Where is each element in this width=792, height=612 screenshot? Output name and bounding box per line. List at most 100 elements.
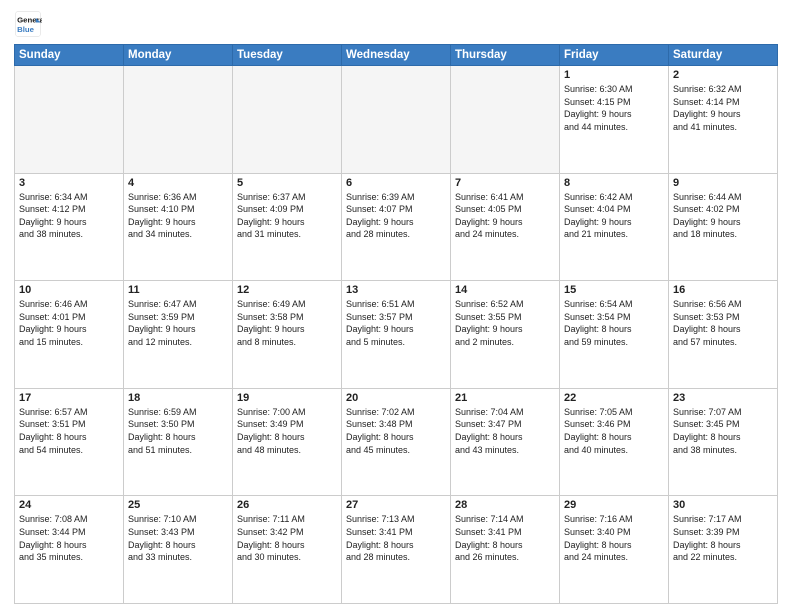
day-info: Sunrise: 7:14 AM Sunset: 3:41 PM Dayligh… [455,513,555,563]
calendar-week-row: 1 Sunrise: 6:30 AM Sunset: 4:15 PM Daylig… [15,66,778,174]
day-info: Sunrise: 6:52 AM Sunset: 3:55 PM Dayligh… [455,298,555,348]
day-info: Sunrise: 7:04 AM Sunset: 3:47 PM Dayligh… [455,406,555,456]
day-info: Sunrise: 6:30 AM Sunset: 4:15 PM Dayligh… [564,83,664,133]
calendar-body: 1 Sunrise: 6:30 AM Sunset: 4:15 PM Daylig… [15,66,778,604]
day-number: 23 [673,392,773,404]
day-info: Sunrise: 6:59 AM Sunset: 3:50 PM Dayligh… [128,406,228,456]
day-number: 21 [455,392,555,404]
day-number: 14 [455,284,555,296]
day-info: Sunrise: 7:13 AM Sunset: 3:41 PM Dayligh… [346,513,446,563]
day-info: Sunrise: 6:56 AM Sunset: 3:53 PM Dayligh… [673,298,773,348]
table-row: 28Sunrise: 7:14 AM Sunset: 3:41 PM Dayli… [451,496,560,604]
day-number: 13 [346,284,446,296]
day-number: 19 [237,392,337,404]
table-row [15,66,124,174]
day-info: Sunrise: 6:54 AM Sunset: 3:54 PM Dayligh… [564,298,664,348]
day-number: 17 [19,392,119,404]
day-info: Sunrise: 7:00 AM Sunset: 3:49 PM Dayligh… [237,406,337,456]
calendar-week-row: 3 Sunrise: 6:34 AM Sunset: 4:12 PM Daylig… [15,173,778,281]
table-row: 27 Sunrise: 7:13 AM Sunset: 3:41 PM Dayli… [342,496,451,604]
table-row: 30Sunrise: 7:17 AM Sunset: 3:39 PM Dayli… [669,496,778,604]
day-info: Sunrise: 7:05 AM Sunset: 3:46 PM Dayligh… [564,406,664,456]
table-row: 29 Sunrise: 7:16 AM Sunset: 3:40 PM Dayli… [560,496,669,604]
calendar-header: Sunday Monday Tuesday Wednesday Thursday… [15,45,778,66]
day-info: Sunrise: 6:57 AM Sunset: 3:51 PM Dayligh… [19,406,119,456]
day-number: 29 [564,499,664,511]
table-row: 1 Sunrise: 6:30 AM Sunset: 4:15 PM Daylig… [560,66,669,174]
table-row: 15Sunrise: 6:54 AM Sunset: 3:54 PM Dayli… [560,281,669,389]
calendar-table: Sunday Monday Tuesday Wednesday Thursday… [14,44,778,604]
day-number: 26 [237,499,337,511]
day-info: Sunrise: 6:44 AM Sunset: 4:02 PM Dayligh… [673,191,773,241]
table-row [451,66,560,174]
table-row: 11 Sunrise: 6:47 AM Sunset: 3:59 PM Dayli… [124,281,233,389]
day-number: 22 [564,392,664,404]
day-info: Sunrise: 6:47 AM Sunset: 3:59 PM Dayligh… [128,298,228,348]
day-info: Sunrise: 6:46 AM Sunset: 4:01 PM Dayligh… [19,298,119,348]
day-number: 2 [673,69,773,81]
day-info: Sunrise: 6:39 AM Sunset: 4:07 PM Dayligh… [346,191,446,241]
day-number: 12 [237,284,337,296]
day-info: Sunrise: 7:11 AM Sunset: 3:42 PM Dayligh… [237,513,337,563]
day-info: Sunrise: 6:34 AM Sunset: 4:12 PM Dayligh… [19,191,119,241]
day-info: Sunrise: 6:42 AM Sunset: 4:04 PM Dayligh… [564,191,664,241]
svg-text:General: General [17,15,42,24]
day-number: 5 [237,177,337,189]
table-row: 3 Sunrise: 6:34 AM Sunset: 4:12 PM Daylig… [15,173,124,281]
table-row: 16 Sunrise: 6:56 AM Sunset: 3:53 PM Dayli… [669,281,778,389]
page: General Blue Sunday Monday Tuesday Wedne… [0,0,792,612]
day-number: 27 [346,499,446,511]
table-row: 5 Sunrise: 6:37 AM Sunset: 4:09 PM Daylig… [233,173,342,281]
day-number: 16 [673,284,773,296]
calendar-week-row: 24 Sunrise: 7:08 AM Sunset: 3:44 PM Dayli… [15,496,778,604]
col-wednesday: Wednesday [342,45,451,66]
table-row [342,66,451,174]
table-row: 6 Sunrise: 6:39 AM Sunset: 4:07 PM Daylig… [342,173,451,281]
table-row: 7Sunrise: 6:41 AM Sunset: 4:05 PM Daylig… [451,173,560,281]
table-row: 19 Sunrise: 7:00 AM Sunset: 3:49 PM Dayli… [233,388,342,496]
day-info: Sunrise: 7:17 AM Sunset: 3:39 PM Dayligh… [673,513,773,563]
table-row: 13Sunrise: 6:51 AM Sunset: 3:57 PM Dayli… [342,281,451,389]
col-saturday: Saturday [669,45,778,66]
table-row: 24 Sunrise: 7:08 AM Sunset: 3:44 PM Dayli… [15,496,124,604]
table-row: 25 Sunrise: 7:10 AM Sunset: 3:43 PM Dayli… [124,496,233,604]
table-row: 20Sunrise: 7:02 AM Sunset: 3:48 PM Dayli… [342,388,451,496]
table-row: 23 Sunrise: 7:07 AM Sunset: 3:45 PM Dayli… [669,388,778,496]
table-row: 14 Sunrise: 6:52 AM Sunset: 3:55 PM Dayli… [451,281,560,389]
table-row: 22 Sunrise: 7:05 AM Sunset: 3:46 PM Dayli… [560,388,669,496]
table-row: 26 Sunrise: 7:11 AM Sunset: 3:42 PM Dayli… [233,496,342,604]
col-friday: Friday [560,45,669,66]
day-info: Sunrise: 7:10 AM Sunset: 3:43 PM Dayligh… [128,513,228,563]
table-row: 2 Sunrise: 6:32 AM Sunset: 4:14 PM Daylig… [669,66,778,174]
col-sunday: Sunday [15,45,124,66]
day-number: 24 [19,499,119,511]
day-number: 10 [19,284,119,296]
day-info: Sunrise: 6:36 AM Sunset: 4:10 PM Dayligh… [128,191,228,241]
day-number: 3 [19,177,119,189]
col-monday: Monday [124,45,233,66]
day-info: Sunrise: 6:49 AM Sunset: 3:58 PM Dayligh… [237,298,337,348]
day-info: Sunrise: 6:37 AM Sunset: 4:09 PM Dayligh… [237,191,337,241]
day-number: 1 [564,69,664,81]
col-tuesday: Tuesday [233,45,342,66]
day-info: Sunrise: 7:16 AM Sunset: 3:40 PM Dayligh… [564,513,664,563]
calendar-week-row: 17 Sunrise: 6:57 AM Sunset: 3:51 PM Dayli… [15,388,778,496]
logo: General Blue [14,10,42,38]
day-info: Sunrise: 7:07 AM Sunset: 3:45 PM Dayligh… [673,406,773,456]
day-number: 7 [455,177,555,189]
day-number: 25 [128,499,228,511]
day-number: 9 [673,177,773,189]
table-row: 21 Sunrise: 7:04 AM Sunset: 3:47 PM Dayli… [451,388,560,496]
svg-text:Blue: Blue [17,25,35,34]
header: General Blue [14,10,778,38]
day-number: 6 [346,177,446,189]
table-row: 12 Sunrise: 6:49 AM Sunset: 3:58 PM Dayli… [233,281,342,389]
day-number: 20 [346,392,446,404]
col-thursday: Thursday [451,45,560,66]
day-info: Sunrise: 7:08 AM Sunset: 3:44 PM Dayligh… [19,513,119,563]
day-number: 4 [128,177,228,189]
day-info: Sunrise: 6:32 AM Sunset: 4:14 PM Dayligh… [673,83,773,133]
table-row: 8Sunrise: 6:42 AM Sunset: 4:04 PM Daylig… [560,173,669,281]
day-number: 11 [128,284,228,296]
logo-icon: General Blue [14,10,42,38]
